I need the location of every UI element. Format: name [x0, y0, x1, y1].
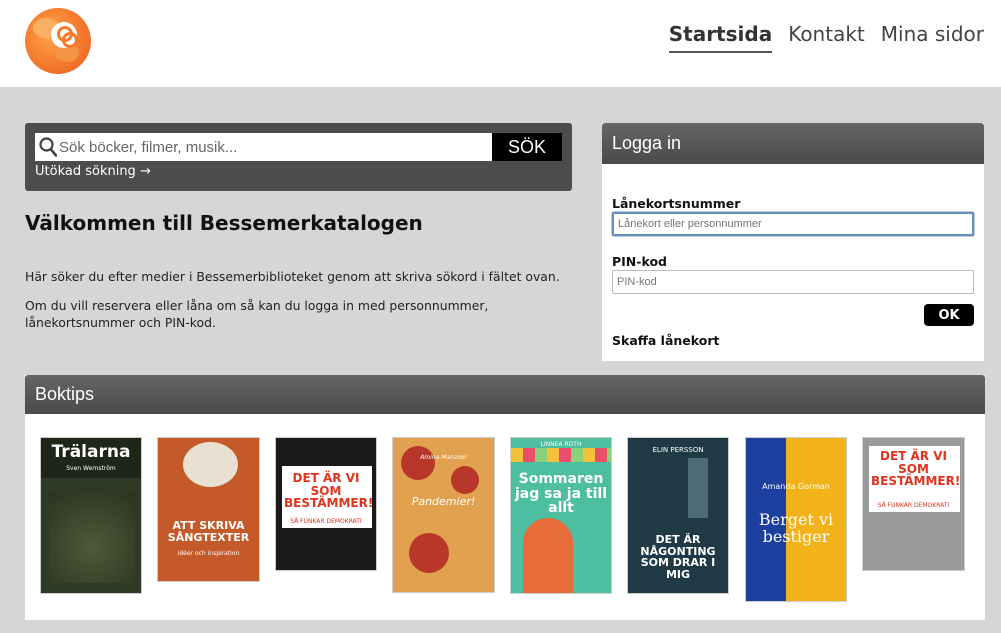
card-number-input[interactable]: [612, 212, 974, 236]
nav-startsida[interactable]: Startsida: [668, 22, 773, 53]
book-cover-sommaren-jag-sa-ja[interactable]: LINNEA ROTH Sommaren jag sa ja till allt: [510, 437, 612, 594]
advanced-search-link[interactable]: Utökad sökning →: [35, 164, 151, 179]
search-panel: SÖK Utökad sökning →: [25, 123, 572, 191]
login-title: Logga in: [602, 123, 984, 164]
search-icon: [39, 137, 57, 157]
book-tips-panel: Boktips Trälarna Sven Wernström ATT SKRI…: [25, 375, 985, 620]
book-cover-pandemier[interactable]: Pandemier! Amina Manzoor: [392, 437, 495, 593]
book-tips-title: Boktips: [25, 375, 985, 414]
pin-label: PIN-kod: [612, 254, 667, 269]
book-cover-att-skriva-sangtexter[interactable]: ATT SKRIVA SÅNGTEXTER idéer och inspirat…: [157, 437, 260, 582]
get-library-card-link[interactable]: Skaffa lånekort: [612, 333, 719, 348]
login-panel: Logga in Lånekortsnummer PIN-kod OK Skaf…: [602, 123, 984, 361]
welcome-title: Välkommen till Bessemerkatalogen: [25, 211, 423, 235]
welcome-paragraph-search: Här söker du efter medier i Bessemerbibl…: [25, 269, 560, 284]
site-header: Startsida Kontakt Mina sidor: [0, 0, 1001, 87]
nav-kontakt[interactable]: Kontakt: [788, 22, 865, 53]
login-ok-button[interactable]: OK: [924, 304, 974, 326]
search-input[interactable]: [59, 133, 489, 161]
library-logo[interactable]: [25, 8, 91, 74]
book-cover-det-ar-vi-som-bestammer-2[interactable]: DET ÄR VI SOM BESTÄMMER! SÅ FUNKAR DEMOK…: [862, 437, 965, 571]
search-field: [35, 133, 492, 161]
main-nav: Startsida Kontakt Mina sidor: [668, 22, 984, 53]
welcome-section: Välkommen till Bessemerkatalogen Här sök…: [25, 211, 572, 331]
book-cover-tralarna[interactable]: Trälarna Sven Wernström: [40, 437, 142, 594]
nav-mina-sidor[interactable]: Mina sidor: [881, 22, 984, 53]
search-button[interactable]: SÖK: [492, 133, 562, 161]
welcome-paragraph-login: Om du vill reservera eller låna om så ka…: [25, 298, 489, 330]
book-cover-det-ar-vi-som-bestammer[interactable]: DET ÄR VI SOM BESTÄMMER! SÅ FUNKAR DEMOK…: [275, 437, 377, 571]
book-cover-berget-vi-bestiger[interactable]: Amanda Gorman Berget vi bestiger: [745, 437, 847, 602]
book-cover-det-ar-nagonting[interactable]: ELIN PERSSON DET ÄR NÅGONTING SOM DRAR I…: [627, 437, 729, 594]
card-number-label: Lånekortsnummer: [612, 196, 741, 211]
pin-input[interactable]: [612, 270, 974, 294]
